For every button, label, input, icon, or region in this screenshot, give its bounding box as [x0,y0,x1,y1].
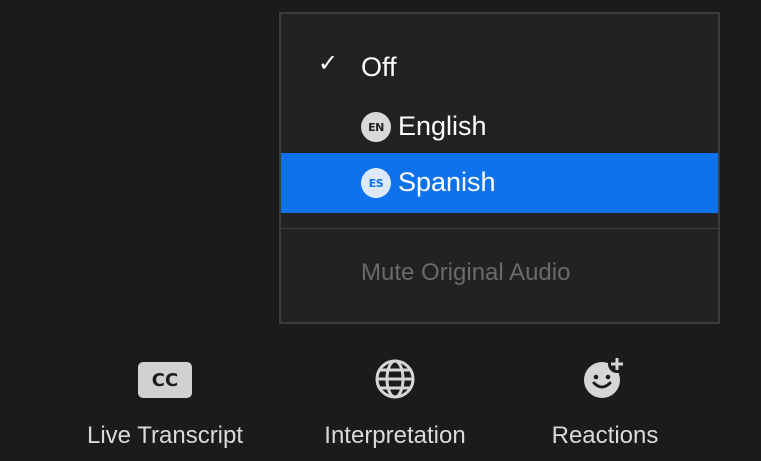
meeting-toolbar-area: ✓ Off EN English ES Spanish Mute Origina… [0,0,761,461]
cc-icon: CC [138,362,192,398]
interpretation-label: Interpretation [324,422,466,449]
interpretation-menu: ✓ Off EN English ES Spanish Mute Origina… [279,12,720,324]
mute-original-audio-item: Mute Original Audio [361,259,571,286]
menu-item-spanish[interactable]: ES Spanish [281,153,718,213]
interpretation-button[interactable]: Interpretation [290,350,500,460]
live-transcript-label: Live Transcript [86,422,244,449]
checkmark-icon: ✓ [318,50,339,77]
menu-item-label: Off [361,52,397,82]
smiley-plus-icon [584,355,626,398]
globe-icon [375,359,415,399]
menu-item-english[interactable]: EN English [281,97,718,157]
menu-divider [281,228,718,229]
reactions-button[interactable]: Reactions [520,350,690,460]
language-badge-icon: ES [361,168,391,198]
reactions-label: Reactions [551,422,659,449]
menu-item-label: English [398,111,487,141]
menu-item-off[interactable]: ✓ Off [281,38,718,98]
live-transcript-button[interactable]: CC Live Transcript [60,350,270,460]
language-badge-icon: EN [361,112,391,142]
menu-item-label: Spanish [398,167,496,197]
